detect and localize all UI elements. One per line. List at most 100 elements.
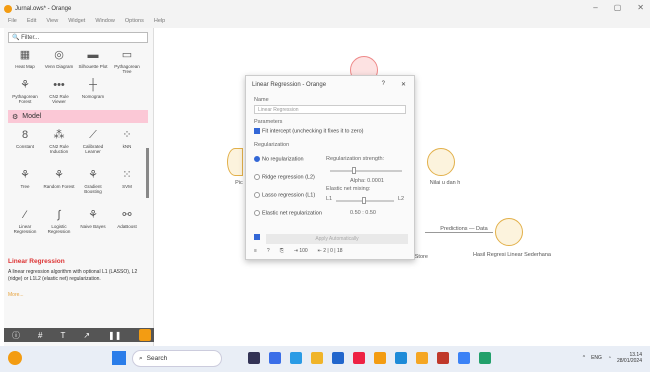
widget-naive-bayes[interactable]: ⚘ Naive Bayes bbox=[76, 208, 110, 229]
widget-silhouette[interactable]: ▬ Silhouette Plot bbox=[76, 48, 110, 69]
start-icon[interactable] bbox=[112, 351, 126, 365]
chevron-up-icon[interactable]: ^ bbox=[583, 355, 585, 361]
rules-icon: ••• bbox=[53, 79, 65, 91]
arrow-icon[interactable]: ↗ bbox=[83, 331, 90, 340]
widget-adaboost[interactable]: ⚯ AdaBoost bbox=[110, 208, 144, 229]
app-icon[interactable] bbox=[353, 352, 365, 364]
help-more-link[interactable]: More... bbox=[8, 292, 24, 298]
app-icon[interactable] bbox=[437, 352, 449, 364]
filter-input[interactable]: 🔍 Filter... bbox=[8, 32, 148, 43]
node-partial[interactable] bbox=[227, 148, 243, 176]
app-icon[interactable] bbox=[290, 352, 302, 364]
app-icon[interactable] bbox=[416, 352, 428, 364]
checkbox-icon bbox=[254, 128, 260, 134]
weather-icon[interactable] bbox=[8, 351, 22, 365]
widget-constant[interactable]: 8 Constant bbox=[8, 128, 42, 149]
wifi-icon[interactable]: ◔ bbox=[608, 355, 611, 361]
category-model[interactable]: ⚙ Model bbox=[8, 110, 148, 123]
widget-pythagorean-tree[interactable]: ▭ Pythagorean Tree bbox=[110, 48, 144, 74]
grid-icon[interactable]: # bbox=[38, 331, 42, 340]
taskbar-search[interactable]: ⌕ Search bbox=[132, 350, 222, 367]
app-icon[interactable] bbox=[332, 352, 344, 364]
mix-slider[interactable] bbox=[336, 197, 394, 204]
menu-options[interactable]: Options bbox=[125, 18, 144, 28]
strength-slider[interactable] bbox=[330, 167, 402, 174]
model-category-icon: ⚙ bbox=[12, 113, 19, 121]
fit-intercept-checkbox[interactable]: Fit intercept (unchecking it fixes it to… bbox=[254, 128, 363, 134]
node-data-table[interactable] bbox=[427, 148, 455, 176]
taskbar-apps bbox=[248, 352, 491, 364]
l1-label: L1 bbox=[326, 196, 333, 202]
info-icon[interactable]: ⓘ bbox=[12, 330, 20, 341]
logistic-icon: ∫ bbox=[57, 209, 61, 221]
alpha-label: Alpha: 0.0001 bbox=[350, 178, 384, 184]
radio-elastic-net[interactable]: Elastic net regularization bbox=[254, 210, 322, 216]
radio-icon bbox=[254, 174, 260, 180]
app-icon[interactable] bbox=[458, 352, 470, 364]
report-icon[interactable]: ⎘ bbox=[280, 248, 284, 254]
widget-random-forest[interactable]: ⚘ Random Forest bbox=[42, 168, 76, 189]
radio-lasso[interactable]: Lasso regression (L1) bbox=[254, 192, 315, 198]
menu-icon[interactable]: ≡ bbox=[254, 248, 257, 254]
widget-knn[interactable]: ⁘ kNN bbox=[110, 128, 144, 149]
radio-ridge[interactable]: Ridge regression (L2) bbox=[254, 174, 315, 180]
widget-pythagorean-forest[interactable]: ⚘ Pythagorean Forest bbox=[8, 78, 42, 104]
panel-toolbar: ⓘ # T ↗ ❚❚ bbox=[4, 328, 154, 342]
name-input[interactable]: Linear Regression bbox=[254, 105, 406, 114]
clock[interactable]: 13.14 28/01/2024 bbox=[617, 352, 642, 364]
app-icon[interactable] bbox=[395, 352, 407, 364]
help-title: Linear Regression bbox=[8, 258, 65, 265]
menu-file[interactable]: File bbox=[8, 18, 17, 28]
mix-slider-knob[interactable] bbox=[362, 197, 366, 204]
apply-button[interactable]: Apply Automatically bbox=[266, 234, 408, 244]
widget-svm[interactable]: ⁙ SVM bbox=[110, 168, 144, 189]
dialog-status-bar: ≡ ? ⎘ ⇥ 100 ⇤ 2 | 0 | 18 bbox=[254, 248, 343, 254]
app-icon[interactable] bbox=[269, 352, 281, 364]
widget-tree[interactable]: ⚘ Tree bbox=[8, 168, 42, 189]
apply-auto-checkbox[interactable] bbox=[254, 234, 260, 240]
forest-icon: ⚘ bbox=[20, 79, 30, 91]
svm-icon: ⁙ bbox=[122, 169, 132, 181]
pause-icon[interactable]: ❚❚ bbox=[108, 331, 121, 340]
menu-view[interactable]: View bbox=[46, 18, 58, 28]
text-icon[interactable]: T bbox=[60, 331, 65, 340]
dialog-close-button[interactable]: ✕ bbox=[401, 81, 406, 88]
l2-label: L2 bbox=[398, 196, 405, 202]
radio-no-regularization[interactable]: No regularization bbox=[254, 156, 304, 162]
silhouette-icon: ▬ bbox=[87, 49, 99, 61]
menu-window[interactable]: Window bbox=[95, 18, 115, 28]
search-icon: ⌕ bbox=[139, 354, 143, 362]
regularization-label: Regularization bbox=[254, 142, 290, 148]
app-icon[interactable] bbox=[374, 352, 386, 364]
language-indicator[interactable]: ENG bbox=[591, 355, 602, 361]
menu-edit[interactable]: Edit bbox=[27, 18, 36, 28]
widget-cn2-viewer[interactable]: ••• CN2 Rule Viewer bbox=[42, 78, 76, 104]
panel-scrollbar[interactable] bbox=[146, 148, 149, 198]
widget-cn2-induction[interactable]: ⁂ CN2 Rule Induction bbox=[42, 128, 76, 154]
app-icon[interactable] bbox=[479, 352, 491, 364]
menu-widget[interactable]: Widget bbox=[68, 18, 85, 28]
input-count: ⇥ 100 bbox=[293, 248, 308, 254]
minimize-button[interactable]: – bbox=[593, 3, 597, 12]
heatmap-icon: ▦ bbox=[19, 49, 31, 61]
help-icon[interactable]: ? bbox=[267, 248, 270, 254]
widget-calibrated[interactable]: ⟋ Calibrated Learner bbox=[76, 128, 110, 154]
close-button[interactable]: ✕ bbox=[637, 3, 644, 12]
name-label: Name bbox=[254, 97, 269, 103]
app-icon[interactable] bbox=[248, 352, 260, 364]
dialog-help-button[interactable]: ? bbox=[382, 81, 385, 88]
widget-heat-map[interactable]: ▦ Heat Map bbox=[8, 48, 42, 69]
widget-gradient-boosting[interactable]: ⚘ Gradient Boosting bbox=[76, 168, 110, 194]
widget-nomogram[interactable]: ┼ Nomogram bbox=[76, 78, 110, 99]
app-icon[interactable] bbox=[311, 352, 323, 364]
maximize-button[interactable]: ▢ bbox=[614, 3, 622, 12]
widget-venn[interactable]: ◎ Venn Diagram bbox=[42, 48, 76, 69]
linear-regression-icon: ⁄ bbox=[24, 209, 26, 221]
strength-slider-knob[interactable] bbox=[352, 167, 356, 174]
node-hasil[interactable] bbox=[495, 218, 523, 246]
adaboost-icon: ⚯ bbox=[122, 209, 132, 221]
orange-icon[interactable] bbox=[139, 329, 152, 341]
menu-help[interactable]: Help bbox=[154, 18, 165, 28]
widget-linear-regression[interactable]: ⁄ Linear Regression bbox=[8, 208, 42, 234]
widget-logistic-regression[interactable]: ∫ Logistic Regression bbox=[42, 208, 76, 234]
